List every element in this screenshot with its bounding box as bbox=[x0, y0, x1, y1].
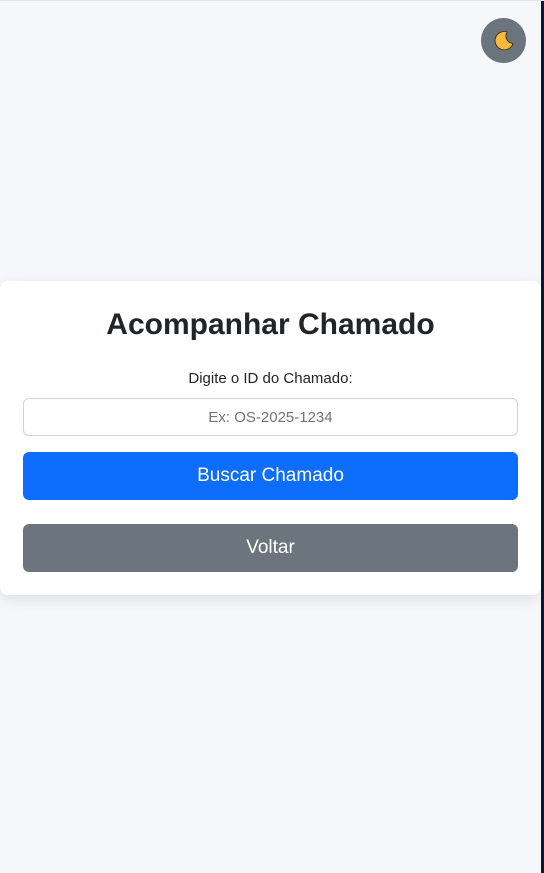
ticket-id-label: Digite o ID do Chamado: bbox=[188, 370, 353, 387]
theme-toggle-button[interactable] bbox=[481, 18, 526, 63]
moon-icon bbox=[493, 30, 515, 52]
track-ticket-card: Acompanhar Chamado Digite o ID do Chamad… bbox=[0, 281, 541, 595]
page-title: Acompanhar Chamado bbox=[106, 308, 435, 341]
ticket-id-input[interactable] bbox=[23, 398, 518, 436]
back-button[interactable]: Voltar bbox=[23, 524, 518, 572]
search-ticket-button[interactable]: Buscar Chamado bbox=[23, 452, 518, 500]
